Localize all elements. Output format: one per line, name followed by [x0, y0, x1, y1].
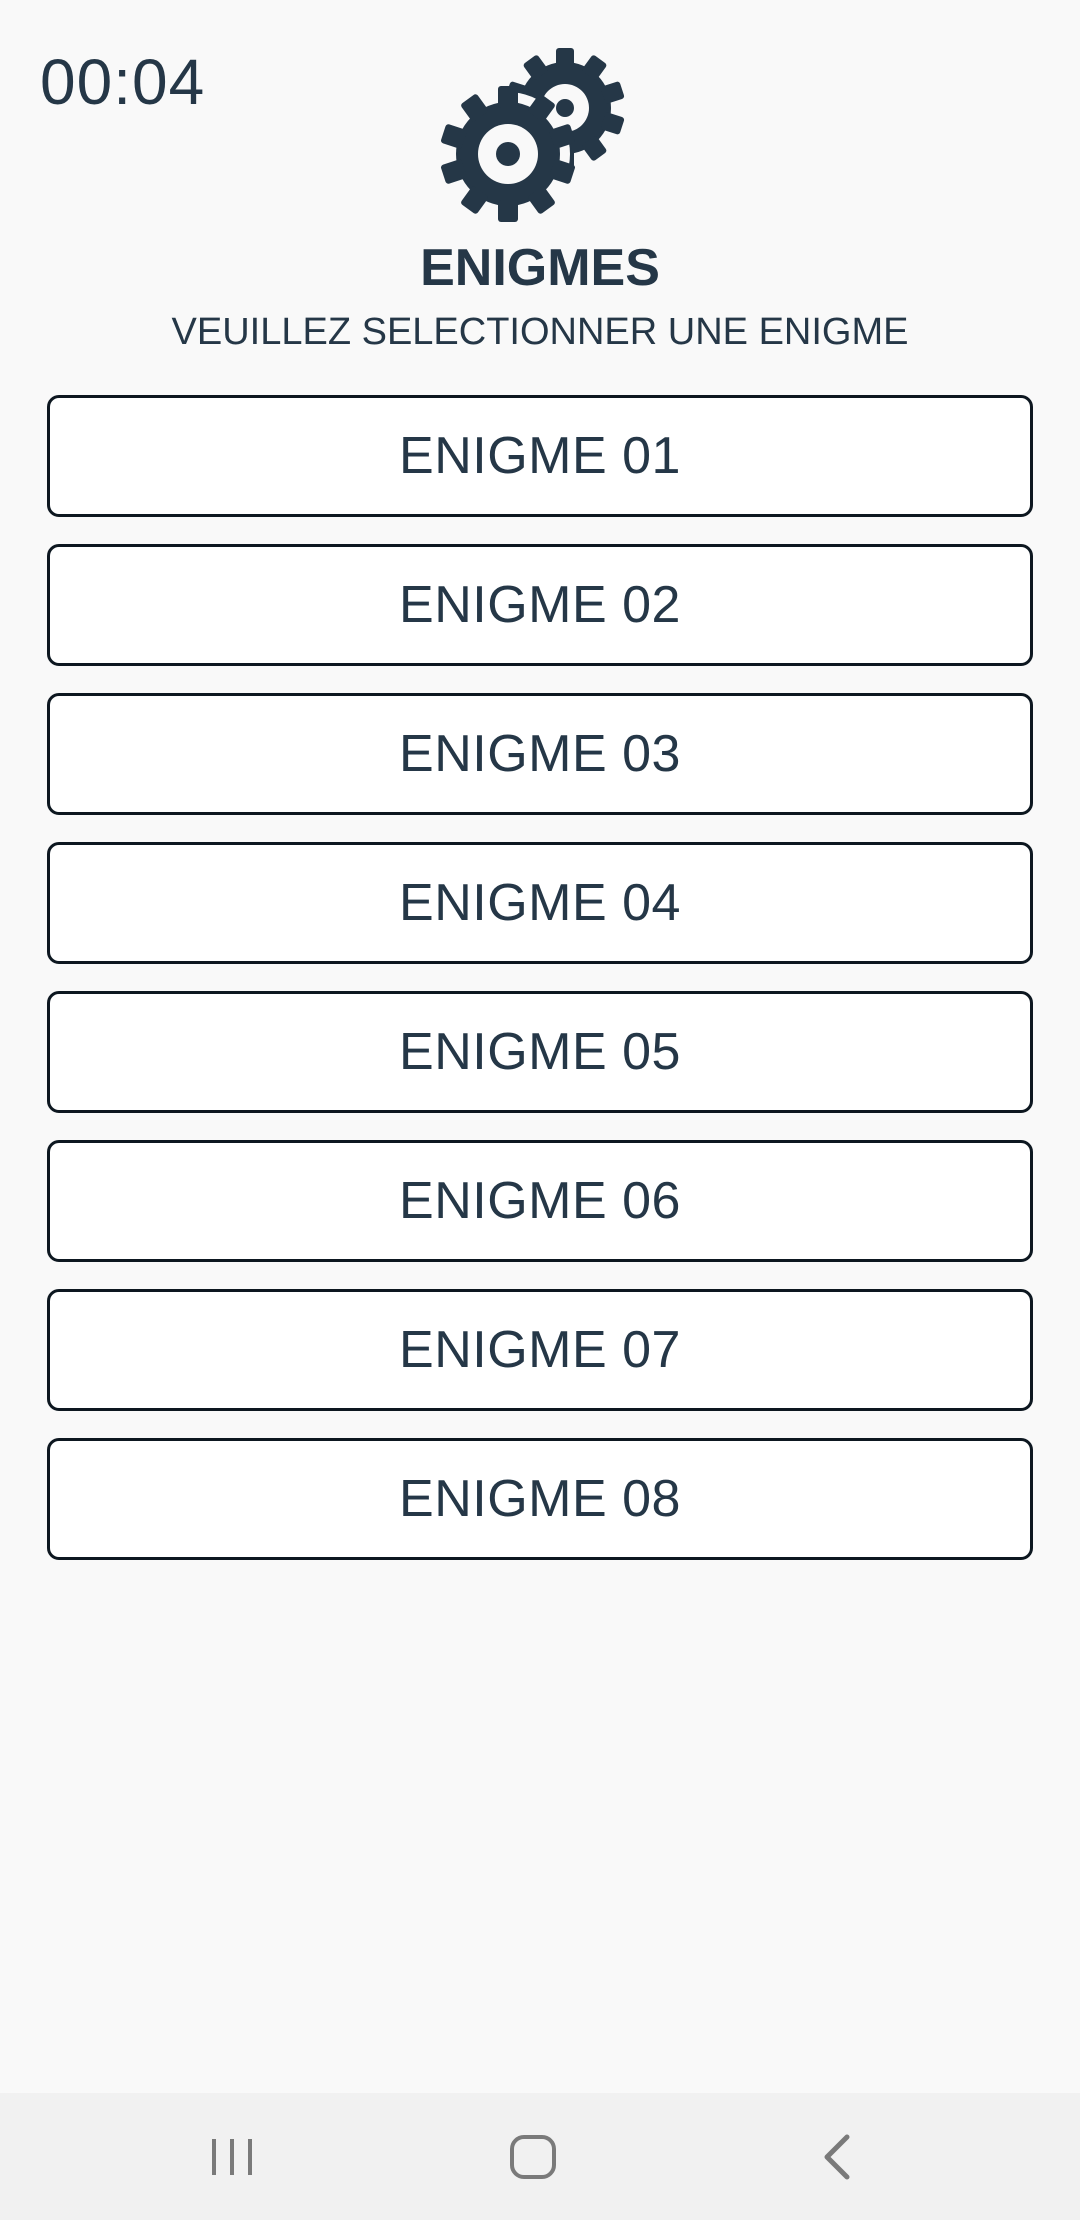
- enigme-button-label: ENIGME 02: [399, 576, 681, 634]
- recent-apps-button[interactable]: [162, 2093, 302, 2220]
- enigme-button-label: ENIGME 01: [399, 427, 681, 485]
- enigme-07-button[interactable]: ENIGME 07: [47, 1289, 1033, 1411]
- back-button[interactable]: [767, 2093, 907, 2220]
- home-icon: [510, 2134, 556, 2179]
- gears-icon: [440, 40, 630, 225]
- system-navigation-bar: [0, 2093, 1080, 2220]
- enigme-02-button[interactable]: ENIGME 02: [47, 544, 1033, 666]
- enigme-04-button[interactable]: ENIGME 04: [47, 842, 1033, 964]
- enigme-button-label: ENIGME 08: [399, 1470, 681, 1528]
- enigme-button-label: ENIGME 07: [399, 1321, 681, 1379]
- enigme-08-button[interactable]: ENIGME 08: [47, 1438, 1033, 1560]
- back-icon: [824, 2134, 850, 2179]
- enigme-button-label: ENIGME 04: [399, 874, 681, 932]
- recent-apps-icon: [212, 2138, 252, 2175]
- enigme-06-button[interactable]: ENIGME 06: [47, 1140, 1033, 1262]
- screen: 00:04 ENIGMES VEUILLEZ SELECTIONNER UNE …: [0, 0, 1080, 2220]
- page-subtitle: VEUILLEZ SELECTIONNER UNE ENIGME: [171, 311, 909, 353]
- enigme-01-button[interactable]: ENIGME 01: [47, 395, 1033, 517]
- enigme-button-label: ENIGME 06: [399, 1172, 681, 1230]
- enigme-05-button[interactable]: ENIGME 05: [47, 991, 1033, 1113]
- page-title: ENIGMES: [420, 239, 660, 297]
- enigme-button-label: ENIGME 05: [399, 1023, 681, 1081]
- home-button[interactable]: [463, 2093, 603, 2220]
- enigme-button-label: ENIGME 03: [399, 725, 681, 783]
- enigme-list: ENIGME 01 ENIGME 02 ENIGME 03 ENIGME 04 …: [47, 395, 1033, 1587]
- enigme-03-button[interactable]: ENIGME 03: [47, 693, 1033, 815]
- timer: 00:04: [40, 46, 206, 118]
